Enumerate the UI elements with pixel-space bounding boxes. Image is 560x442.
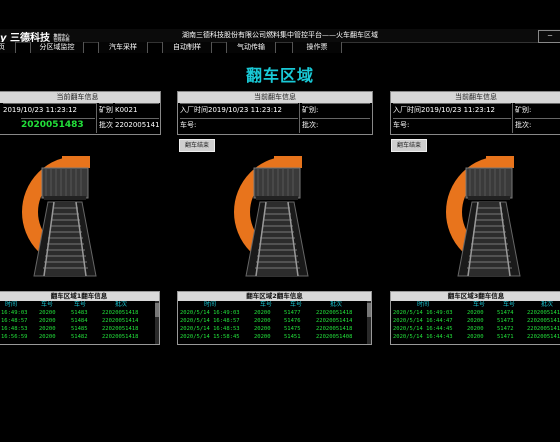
divider [96, 103, 97, 133]
nav-item-auto-prep[interactable]: 自动制样 [162, 42, 212, 53]
batch-label: 批次: [302, 118, 370, 132]
page-title: 翻车区域 [245, 66, 314, 85]
main-nav: 首页 分区域监控 汽车采样 自动制样 气动传输 操作票 [0, 42, 560, 53]
nav-item-region-monitor[interactable]: 分区域监控 [30, 42, 84, 53]
car-dumper-1 [30, 156, 96, 276]
table-title: 翻车区域3翻车信息 [391, 292, 560, 301]
dump-record-table-2: 翻车区域2翻车信息 时间 车号 车号 批次 2020/5/14 16:49:03… [177, 291, 372, 345]
table-header: 时间 车号 车号 批次 [204, 301, 343, 308]
nav-item-home[interactable]: 首页 [0, 42, 16, 53]
divider [299, 103, 300, 133]
batch-label: 批次: [515, 118, 560, 132]
batch-label: 批次: [99, 118, 113, 132]
table-scrollbar[interactable] [367, 301, 371, 344]
dump-record-table-3: 翻车区域3翻车信息 时间 车号 车号 批次 2020/5/14 16:49:03… [390, 291, 560, 345]
current-dump-panel-3: 当前翻车信息 入厂时间: 2019/10/23 11:23:12 矿别: 车号:… [390, 91, 560, 135]
current-dump-panel-2: 当前翻车信息 入厂时间: 2019/10/23 11:23:12 矿别: 车号:… [177, 91, 373, 135]
batch-value: 22020051418 [115, 118, 159, 132]
panel-title: 当前翻车信息 [0, 92, 160, 103]
table-row[interactable]: 2020/5/14 16:48:57 20200 51476 22020051414 [178, 317, 371, 325]
entry-time-label: 入厂时间: [180, 103, 208, 117]
panel-title: 当前翻车信息 [178, 92, 372, 103]
car-dumper-2 [242, 156, 308, 276]
table-header: 时间 车号 车号 批次 [417, 301, 554, 308]
table-row[interactable]: 16:49:03 20200 51483 22020051418 [0, 309, 159, 317]
nav-item-operation-ticket[interactable]: 操作票 [292, 42, 342, 53]
current-dump-panel-1: 当前翻车信息 2019/10/23 11:23:12 矿别: K0021 202… [0, 91, 161, 135]
entry-time: 2019/10/23 11:23:12 [421, 103, 511, 117]
car-dumper-3 [454, 156, 520, 276]
car-label: 车号: [393, 118, 511, 132]
mine-label: 矿别: [99, 103, 113, 117]
table-row[interactable]: 2020/5/14 16:44:45 20200 51472 22020051418 [391, 325, 560, 333]
table-row[interactable]: 16:48:53 20200 51485 22020051418 [0, 325, 159, 333]
mine-value: K0021 [115, 103, 159, 117]
car-number: 2020051483 [21, 118, 95, 132]
dumper-graphics [0, 148, 560, 288]
table-title: 翻车区域1翻车信息 [0, 292, 159, 301]
table-row[interactable]: 2020/5/14 15:58:45 20200 51451 22020051408 [178, 333, 371, 341]
dump-record-table-1: 翻车区域1翻车信息 时间 车号 车号 批次 16:49:03 20200 5148… [0, 291, 160, 345]
mine-label: 矿别: [302, 103, 370, 117]
table-row[interactable]: 2020/5/14 16:48:53 20200 51475 22020051418 [178, 325, 371, 333]
table-row[interactable]: 2020/5/14 16:49:03 20200 51474 22020051418 [391, 309, 560, 317]
table-header: 时间 车号 车号 批次 [5, 301, 128, 308]
table-row[interactable]: 16:56:59 20200 51482 22020051418 [0, 333, 159, 341]
panel-title: 当前翻车信息 [391, 92, 560, 103]
entry-time: 2019/10/23 11:23:12 [208, 103, 298, 117]
table-row[interactable]: 2020/5/14 16:44:47 20200 51473 22020051414 [391, 317, 560, 325]
car-label: 车号: [180, 118, 298, 132]
table-scrollbar[interactable] [155, 301, 159, 344]
table-row[interactable]: 16:48:57 20200 51484 22020051414 [0, 317, 159, 325]
table-row[interactable]: 2020/5/14 16:49:03 20200 51477 22020051418 [178, 309, 371, 317]
entry-time: 2019/10/23 11:23:12 [3, 103, 96, 117]
mine-label: 矿别: [515, 103, 560, 117]
entry-time-label: 入厂时间: [393, 103, 421, 117]
table-title: 翻车区域2翻车信息 [178, 292, 371, 301]
divider [512, 103, 513, 133]
app-title: 湖南三德科技股份有限公司燃料集中管控平台——火车翻车区域 [182, 31, 378, 39]
table-row[interactable]: 2020/5/14 16:44:43 20200 51471 22020051418 [391, 333, 560, 341]
nav-item-pneumatic[interactable]: 气动传输 [226, 42, 276, 53]
nav-item-truck-sampling[interactable]: 汽车采样 [98, 42, 148, 53]
